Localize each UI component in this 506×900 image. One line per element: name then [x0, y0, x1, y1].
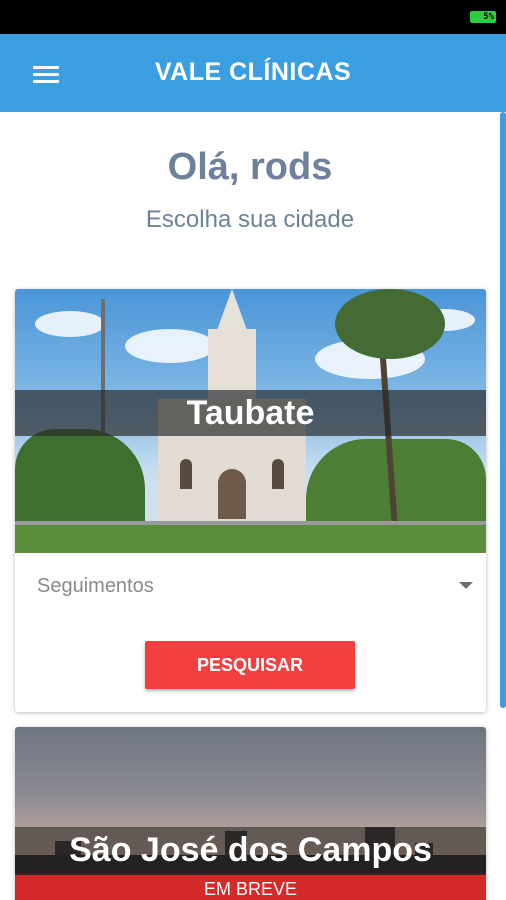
dropdown-arrow-icon [459, 582, 473, 589]
main-content: Olá, rods Escolha sua cidade Taubate Seg… [0, 112, 500, 900]
segments-dropdown-value: Seguimentos [37, 575, 154, 597]
church-spire [216, 289, 248, 333]
city-name-sao-jose-dos-campos: São José dos Campos [69, 831, 432, 869]
city-card-sao-jose-dos-campos: São José dos Campos EM BREVE [15, 727, 486, 900]
palm-leaves [335, 289, 445, 359]
app-title: VALE CLÍNICAS [154, 58, 352, 86]
ground [15, 525, 486, 553]
greeting-subtitle: Escolha sua cidade [145, 206, 355, 233]
scrollbar[interactable] [500, 112, 506, 708]
church-door [218, 469, 246, 519]
battery-label: 5% [483, 12, 494, 22]
church-window [180, 459, 192, 489]
city-name-taubate: Taubate [186, 394, 315, 432]
app-bar: VALE CLÍNICAS [0, 34, 506, 112]
cloud [35, 311, 105, 337]
city-image-taubate[interactable]: Taubate [15, 289, 486, 553]
segments-dropdown[interactable]: Seguimentos [37, 573, 473, 603]
trees [15, 429, 145, 529]
status-bar: 5% [0, 0, 506, 34]
search-button[interactable]: PESQUISAR [145, 641, 355, 689]
city-card-taubate: Taubate Seguimentos PESQUISAR [15, 289, 486, 712]
church-window [272, 459, 284, 489]
coming-soon-badge: EM BREVE [15, 875, 486, 900]
greeting-title: Olá, rods [167, 146, 333, 188]
city-image-sao-jose-dos-campos[interactable]: São José dos Campos EM BREVE [15, 727, 486, 900]
